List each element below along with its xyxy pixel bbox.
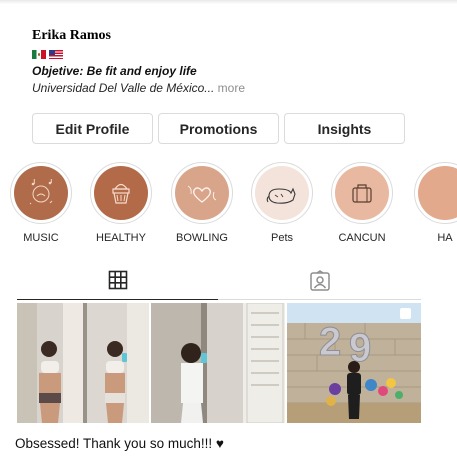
post-thumbnail-1[interactable]	[17, 303, 149, 423]
highlight-label: Pets	[270, 232, 293, 244]
highlight-label: HEALTHY	[96, 232, 146, 244]
usa-flag-icon	[49, 49, 63, 59]
post-thumbnail-2[interactable]	[151, 303, 285, 423]
bio-university: Universidad Del Valle de México... more	[32, 81, 432, 96]
highlight-label: BOWLING	[176, 232, 228, 244]
caption-text: Obsessed! Thank you so much!!! ♥	[15, 436, 224, 451]
more-link[interactable]: more	[218, 81, 245, 95]
highlight-cancun[interactable]: CANCUN	[321, 162, 403, 244]
suitcase-icon	[352, 184, 372, 203]
post-image	[151, 303, 285, 423]
tabs-divider	[218, 299, 421, 300]
highlight-icon	[418, 166, 457, 220]
highlight-pets[interactable]: Pets	[241, 162, 323, 244]
highlight-ring	[90, 162, 152, 224]
highlight-cover	[335, 166, 389, 220]
highlight-music[interactable]: MUSIC	[0, 162, 82, 244]
cat-icon	[266, 187, 296, 204]
mexico-flag-icon	[32, 49, 46, 59]
heart-icon	[187, 185, 217, 203]
promotions-button[interactable]: Promotions	[158, 113, 279, 144]
edit-profile-button[interactable]: Edit Profile	[32, 113, 153, 144]
highlight-label: MUSIC	[23, 232, 59, 244]
flags-row	[32, 47, 432, 61]
top-edge	[0, 0, 457, 4]
highlight-cover	[14, 166, 68, 220]
highlight-label: HA	[437, 232, 453, 244]
highlight-cover	[94, 166, 148, 220]
music-notes-icon	[29, 179, 53, 205]
highlight-ha[interactable]: HA	[395, 162, 457, 244]
highlight-cover	[175, 166, 229, 220]
highlight-ring	[331, 162, 393, 224]
highlight-healthy[interactable]: HEALTHY	[80, 162, 162, 244]
highlight-cover	[255, 166, 309, 220]
post-image: 2 9	[287, 303, 421, 423]
highlight-ring	[10, 162, 72, 224]
cupcake-icon	[112, 183, 130, 204]
grid-icon[interactable]	[108, 270, 128, 290]
profile-name: Erika Ramos	[32, 28, 111, 43]
insights-button[interactable]: Insights	[284, 113, 405, 144]
highlight-inner: HA	[404, 162, 457, 244]
highlight-bowling[interactable]: BOWLING	[161, 162, 243, 244]
profile-bio: Erika Ramos Objetive: Be fit and enjoy l…	[32, 27, 432, 96]
post-image	[17, 303, 149, 423]
posts-tab-indicator	[17, 299, 218, 300]
highlight-ring	[414, 162, 457, 224]
highlight-ring	[251, 162, 313, 224]
tagged-icon[interactable]	[309, 270, 331, 292]
svg-text:2: 2	[319, 320, 341, 364]
bio-objective: Objetive: Be fit and enjoy life	[32, 64, 197, 78]
bio-university-text: Universidad Del Valle de México...	[32, 81, 215, 95]
highlight-ring	[171, 162, 233, 224]
post-thumbnail-3[interactable]: 2 9	[287, 303, 421, 423]
highlight-label: CANCUN	[338, 232, 386, 244]
